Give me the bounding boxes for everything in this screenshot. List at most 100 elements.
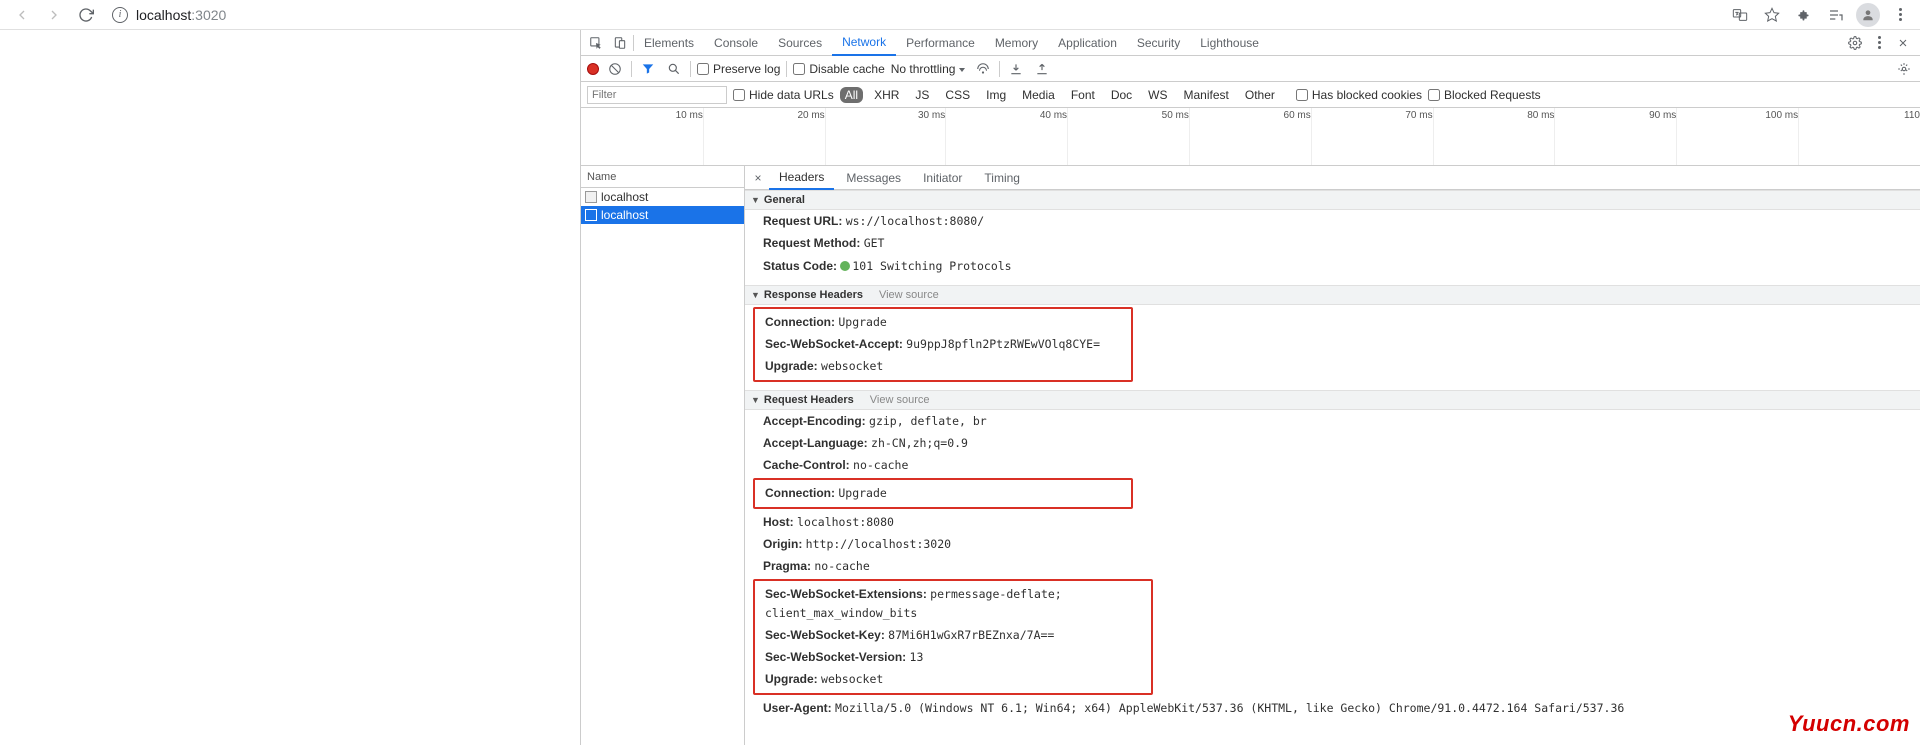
timeline-tick: 20 ms bbox=[797, 110, 824, 121]
filter-type-img[interactable]: Img bbox=[981, 87, 1011, 103]
tab-sources[interactable]: Sources bbox=[768, 30, 832, 56]
timeline-tick: 60 ms bbox=[1284, 110, 1311, 121]
back-button[interactable] bbox=[8, 1, 36, 29]
forward-button[interactable] bbox=[40, 1, 68, 29]
tab-memory[interactable]: Memory bbox=[985, 30, 1048, 56]
blocked-requests-checkbox[interactable]: Blocked Requests bbox=[1428, 88, 1541, 102]
timeline-tick: 30 ms bbox=[918, 110, 945, 121]
address-bar[interactable]: i localhost:3020 bbox=[112, 1, 1664, 29]
timeline-tick: 110 bbox=[1904, 110, 1920, 121]
detail-tab-messages[interactable]: Messages bbox=[836, 166, 911, 190]
view-source-link[interactable]: View source bbox=[879, 289, 939, 301]
filter-type-manifest[interactable]: Manifest bbox=[1179, 87, 1234, 103]
tab-application[interactable]: Application bbox=[1048, 30, 1127, 56]
status-dot-icon bbox=[840, 261, 850, 271]
bookmark-star-icon[interactable] bbox=[1760, 3, 1784, 27]
throttling-dropdown[interactable]: No throttling bbox=[891, 62, 968, 76]
detail-tab-headers[interactable]: Headers bbox=[769, 166, 834, 190]
request-list: Name localhost localhost bbox=[581, 166, 745, 745]
import-har-icon[interactable] bbox=[1006, 59, 1026, 79]
browser-toolbar: i localhost:3020 bbox=[0, 0, 1920, 30]
filter-type-doc[interactable]: Doc bbox=[1106, 87, 1137, 103]
inspect-element-icon[interactable] bbox=[585, 32, 607, 54]
url-text: localhost:3020 bbox=[136, 7, 226, 23]
view-source-link[interactable]: View source bbox=[870, 394, 930, 406]
filter-type-all[interactable]: All bbox=[840, 87, 863, 103]
chrome-menu-icon[interactable] bbox=[1888, 3, 1912, 27]
extensions-icon[interactable] bbox=[1792, 3, 1816, 27]
header-row: Status Code: 101 Switching Protocols bbox=[745, 255, 1920, 277]
divider bbox=[999, 61, 1000, 77]
hide-data-urls-checkbox[interactable]: Hide data URLs bbox=[733, 88, 834, 102]
network-settings-icon[interactable] bbox=[1894, 59, 1914, 79]
reload-button[interactable] bbox=[72, 1, 100, 29]
network-timeline[interactable]: 10 ms 20 ms 30 ms 40 ms 50 ms 60 ms 70 m… bbox=[581, 108, 1920, 166]
has-blocked-cookies-checkbox[interactable]: Has blocked cookies bbox=[1296, 88, 1422, 102]
header-row: Host: localhost:8080 bbox=[745, 511, 1920, 533]
tab-console[interactable]: Console bbox=[704, 30, 768, 56]
network-conditions-icon[interactable] bbox=[973, 59, 993, 79]
filter-type-ws[interactable]: WS bbox=[1143, 87, 1172, 103]
devtools-panel: Elements Console Sources Network Perform… bbox=[580, 30, 1920, 745]
watermark: Yuucn.com bbox=[1788, 711, 1910, 737]
device-toggle-icon[interactable] bbox=[609, 32, 631, 54]
profile-avatar[interactable] bbox=[1856, 3, 1880, 27]
timeline-tick: 70 ms bbox=[1405, 110, 1432, 121]
section-general[interactable]: ▼General bbox=[745, 190, 1920, 210]
timeline-tick: 50 ms bbox=[1162, 110, 1189, 121]
timeline-tick: 80 ms bbox=[1527, 110, 1554, 121]
record-button[interactable] bbox=[587, 63, 599, 75]
tab-network[interactable]: Network bbox=[832, 30, 896, 56]
header-row: Upgrade: websocket bbox=[755, 355, 1131, 377]
header-row: Request Method: GET bbox=[745, 232, 1920, 254]
header-row: Sec-WebSocket-Accept: 9u9ppJ8pfln2PtzRWE… bbox=[755, 333, 1131, 355]
divider bbox=[690, 61, 691, 77]
detail-tab-timing[interactable]: Timing bbox=[974, 166, 1030, 190]
filter-bar: Hide data URLs All XHR JS CSS Img Media … bbox=[581, 82, 1920, 108]
tab-security[interactable]: Security bbox=[1127, 30, 1190, 56]
preserve-log-checkbox[interactable]: Preserve log bbox=[697, 62, 780, 76]
filter-type-font[interactable]: Font bbox=[1066, 87, 1100, 103]
request-name: localhost bbox=[601, 190, 648, 204]
request-row[interactable]: localhost bbox=[581, 206, 744, 224]
header-row: Cache-Control: no-cache bbox=[745, 454, 1920, 476]
tab-lighthouse[interactable]: Lighthouse bbox=[1190, 30, 1269, 56]
network-toolbar: Preserve log Disable cache No throttling bbox=[581, 56, 1920, 82]
header-row: Accept-Language: zh-CN,zh;q=0.9 bbox=[745, 432, 1920, 454]
tab-performance[interactable]: Performance bbox=[896, 30, 985, 56]
clear-button[interactable] bbox=[605, 59, 625, 79]
reading-list-icon[interactable] bbox=[1824, 3, 1848, 27]
timeline-tick: 100 ms bbox=[1765, 110, 1798, 121]
filter-type-css[interactable]: CSS bbox=[940, 87, 975, 103]
filter-type-js[interactable]: JS bbox=[910, 87, 934, 103]
section-request-headers[interactable]: ▼Request HeadersView source bbox=[745, 390, 1920, 410]
request-row[interactable]: localhost bbox=[581, 188, 744, 206]
highlight-box: Connection: Upgrade Sec-WebSocket-Accept… bbox=[753, 307, 1133, 382]
filter-type-xhr[interactable]: XHR bbox=[869, 87, 904, 103]
translate-icon[interactable] bbox=[1728, 3, 1752, 27]
filter-type-media[interactable]: Media bbox=[1017, 87, 1060, 103]
devtools-close-icon[interactable] bbox=[1892, 32, 1914, 54]
filter-input[interactable] bbox=[587, 86, 727, 104]
filter-icon[interactable] bbox=[638, 59, 658, 79]
devtools-more-icon[interactable] bbox=[1868, 32, 1890, 54]
site-info-icon[interactable]: i bbox=[112, 7, 128, 23]
request-list-header[interactable]: Name bbox=[581, 166, 744, 188]
devtools-settings-icon[interactable] bbox=[1844, 32, 1866, 54]
header-row: Request URL: ws://localhost:8080/ bbox=[745, 210, 1920, 232]
close-details-icon[interactable]: × bbox=[749, 171, 767, 185]
timeline-tick: 10 ms bbox=[676, 110, 703, 121]
detail-tab-initiator[interactable]: Initiator bbox=[913, 166, 972, 190]
section-response-headers[interactable]: ▼Response HeadersView source bbox=[745, 285, 1920, 305]
header-row: Origin: http://localhost:3020 bbox=[745, 533, 1920, 555]
tab-elements[interactable]: Elements bbox=[634, 30, 704, 56]
header-row: Sec-WebSocket-Extensions: permessage-def… bbox=[755, 583, 1151, 624]
filter-type-other[interactable]: Other bbox=[1240, 87, 1280, 103]
header-row: Sec-WebSocket-Version: 13 bbox=[755, 646, 1151, 668]
request-name: localhost bbox=[601, 208, 648, 222]
search-icon[interactable] bbox=[664, 59, 684, 79]
export-har-icon[interactable] bbox=[1032, 59, 1052, 79]
websocket-icon bbox=[585, 209, 597, 221]
disable-cache-checkbox[interactable]: Disable cache bbox=[793, 62, 884, 76]
highlight-box: Connection: Upgrade bbox=[753, 478, 1133, 508]
